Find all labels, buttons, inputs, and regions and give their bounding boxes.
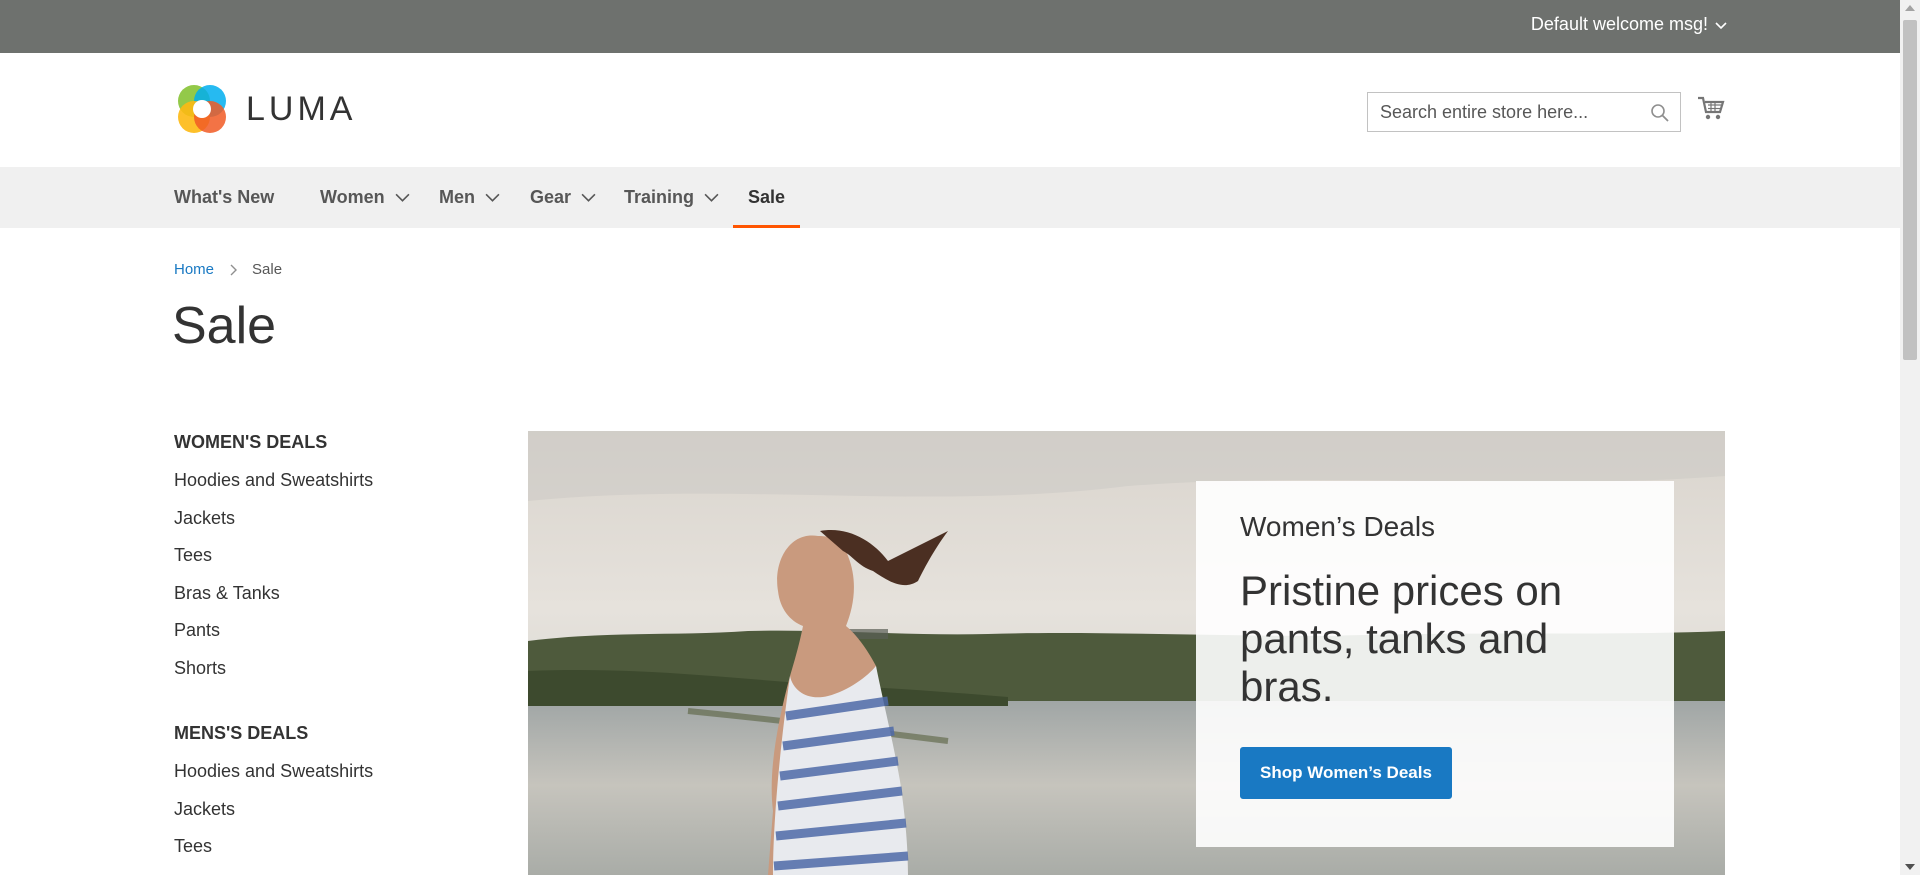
breadcrumb: Home Sale bbox=[174, 261, 282, 278]
womens-deals-heading: WOMEN'S DEALS bbox=[174, 432, 328, 452]
search-input[interactable] bbox=[1368, 93, 1680, 131]
nav-item-sale[interactable]: Sale bbox=[732, 167, 801, 228]
cart-icon[interactable] bbox=[1696, 93, 1726, 123]
chevron-down-icon bbox=[485, 193, 500, 202]
logo-text: LUMA bbox=[246, 89, 357, 128]
scrollbar-thumb[interactable] bbox=[1903, 20, 1917, 360]
sidebar-link-women-shorts[interactable]: Shorts bbox=[174, 658, 504, 696]
nav-item-training[interactable]: Training bbox=[624, 167, 719, 228]
site-header: LUMA bbox=[0, 53, 1900, 167]
nav-item-gear[interactable]: Gear bbox=[530, 167, 596, 228]
welcome-message: Default welcome msg! bbox=[1530, 14, 1708, 34]
promo-kicker: Women’s Deals bbox=[1240, 511, 1436, 542]
search-box bbox=[1367, 92, 1681, 132]
logo[interactable]: LUMA bbox=[174, 81, 356, 137]
luma-logo-icon bbox=[178, 85, 226, 133]
page-title: Sale bbox=[172, 297, 277, 355]
page-scrollbar[interactable] bbox=[1900, 0, 1920, 875]
sidebar-link-men-tees[interactable]: Tees bbox=[174, 836, 504, 874]
womens-deals-banner[interactable]: Women’s Deals Pristine prices on pants, … bbox=[528, 431, 1725, 875]
chevron-down-icon bbox=[395, 193, 410, 202]
sidebar-link-men-hoodies[interactable]: Hoodies and Sweatshirts bbox=[174, 761, 504, 799]
welcome-dropdown[interactable]: Default welcome msg! bbox=[1531, 14, 1728, 35]
sidebar-link-women-hoodies[interactable]: Hoodies and Sweatshirts bbox=[174, 470, 504, 508]
nav-item-whats-new[interactable]: What's New bbox=[174, 167, 274, 228]
nav-item-women[interactable]: Women bbox=[320, 167, 410, 228]
promo-headline: Pristine prices on pants, tanks and bras… bbox=[1240, 567, 1563, 710]
scroll-down-icon[interactable] bbox=[1905, 864, 1915, 870]
chevron-down-icon bbox=[704, 193, 719, 202]
sidebar-link-women-bras-tanks[interactable]: Bras & Tanks bbox=[174, 583, 504, 621]
sidebar-link-women-jackets[interactable]: Jackets bbox=[174, 508, 504, 546]
chevron-down-icon bbox=[1715, 21, 1727, 29]
mens-deals-heading: MENS'S DEALS bbox=[174, 723, 309, 743]
sidebar-link-women-pants[interactable]: Pants bbox=[174, 620, 504, 658]
sidebar-link-women-tees[interactable]: Tees bbox=[174, 545, 504, 583]
chevron-right-icon bbox=[230, 264, 238, 275]
scroll-up-icon[interactable] bbox=[1905, 5, 1915, 11]
nav-item-men[interactable]: Men bbox=[439, 167, 500, 228]
search-icon[interactable] bbox=[1650, 103, 1670, 123]
top-bar: Default welcome msg! bbox=[0, 0, 1900, 53]
sidebar: WOMEN'S DEALS Hoodies and Sweatshirts Ja… bbox=[174, 432, 504, 874]
breadcrumb-current: Sale bbox=[252, 261, 283, 278]
breadcrumb-home[interactable]: Home bbox=[174, 261, 214, 278]
chevron-down-icon bbox=[581, 193, 596, 202]
main-nav: What's New Women Men Gear Training Sale bbox=[0, 167, 1900, 228]
sidebar-link-men-jackets[interactable]: Jackets bbox=[174, 799, 504, 837]
promo-card: Women’s Deals Pristine prices on pants, … bbox=[1196, 481, 1674, 847]
shop-womens-deals-button[interactable]: Shop Women’s Deals bbox=[1240, 747, 1452, 799]
